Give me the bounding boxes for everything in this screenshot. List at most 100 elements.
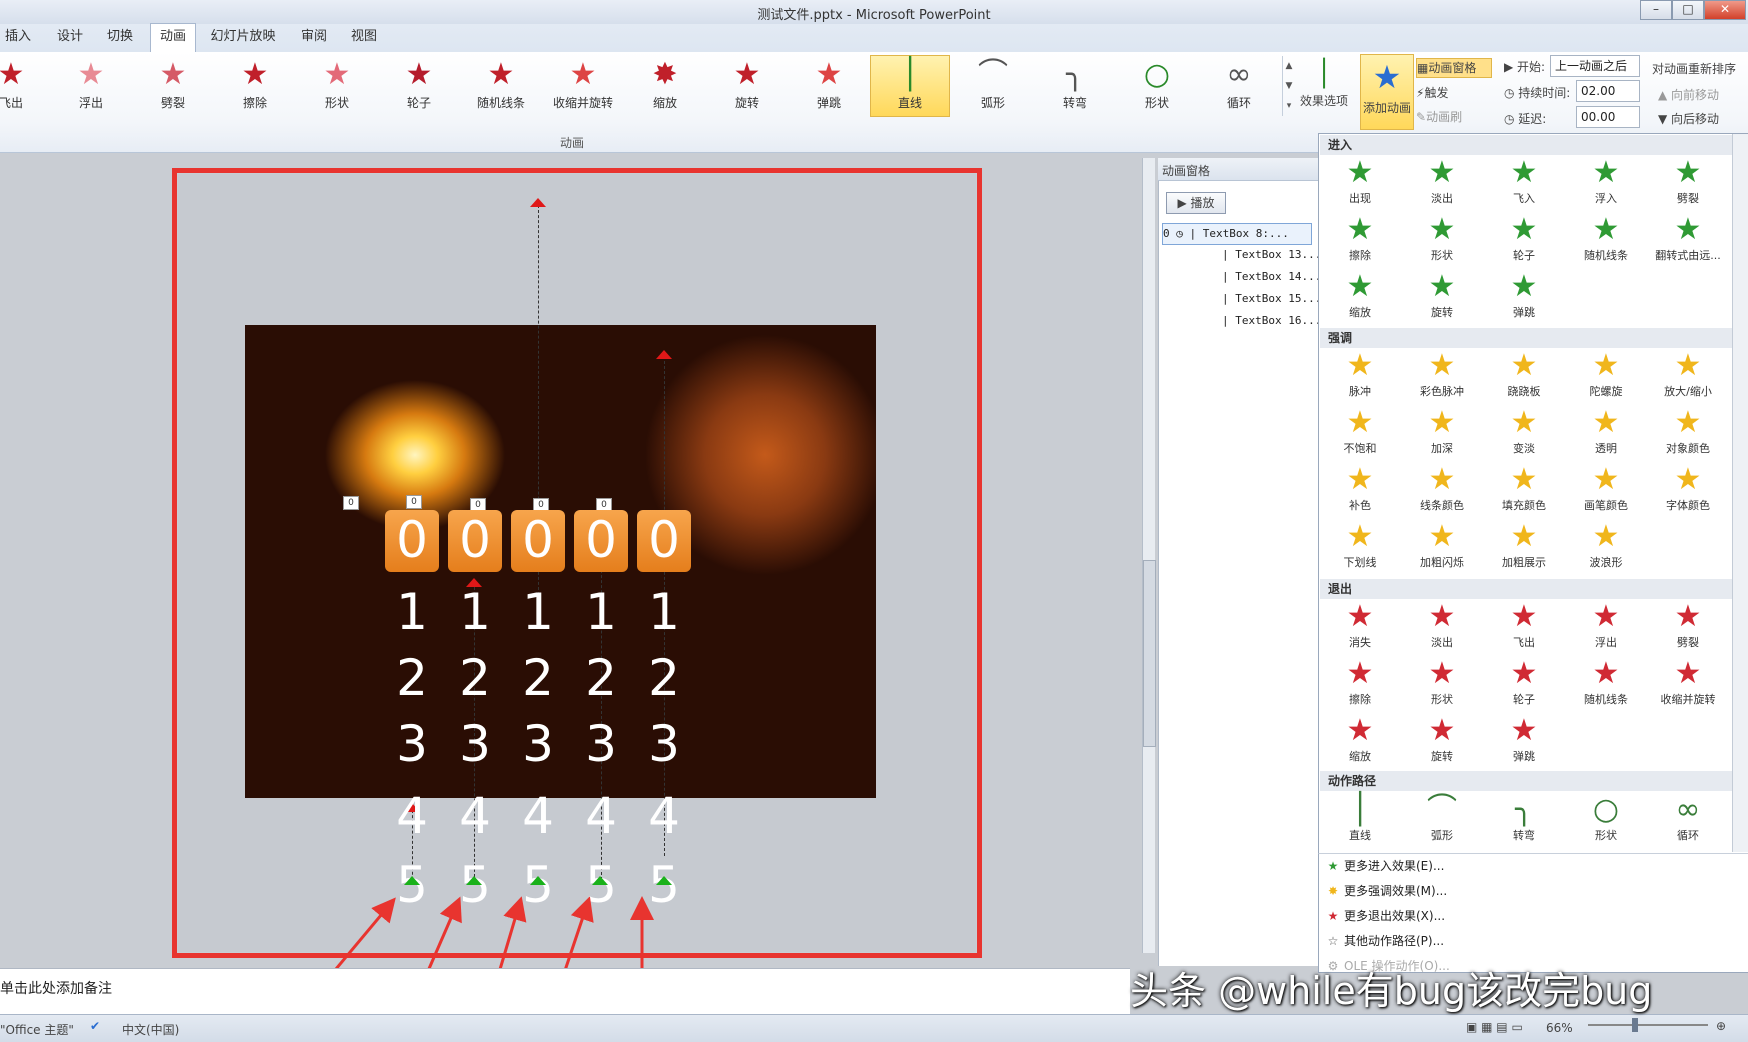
animation-list-item[interactable]: | TextBox 14... xyxy=(1222,267,1321,287)
enter-effect-item[interactable]: ★ 旋转 xyxy=(1402,270,1482,325)
emphasis-effect-item[interactable]: ★ 补色 xyxy=(1320,463,1400,518)
enter-effect-item[interactable]: ★ 缩放 xyxy=(1320,270,1400,325)
animation-list-item[interactable]: | TextBox 15... xyxy=(1222,289,1321,309)
exit-effect-item[interactable]: ★ 淡出 xyxy=(1402,600,1482,655)
theme-name[interactable]: "Office 主题" xyxy=(0,1021,74,1038)
zoom-level[interactable]: 66% xyxy=(1546,1021,1573,1035)
emphasis-effect-item[interactable]: ★ 线条颜色 xyxy=(1402,463,1482,518)
gallery-scrollbar[interactable] xyxy=(1732,134,1748,852)
more-emphasis-effects[interactable]: ✸ 更多强调效果(M)... xyxy=(1322,880,1447,902)
exit-effect-item[interactable]: ★ 形状 xyxy=(1402,657,1482,712)
slide-vertical-scrollbar[interactable] xyxy=(1142,158,1155,953)
enter-effect-item[interactable]: ★ 轮子 xyxy=(1484,213,1564,268)
more-enter-effects[interactable]: ★ 更多进入效果(E)... xyxy=(1322,855,1445,877)
motion-path-item[interactable]: ⌒ 弧形 xyxy=(1402,793,1482,848)
emphasis-effect-item-label: 放大/缩小 xyxy=(1664,385,1712,398)
emphasis-effect-item[interactable]: ★ 波浪形 xyxy=(1566,520,1646,575)
enter-effect-item[interactable]: ★ 形状 xyxy=(1402,213,1482,268)
motion-path-item[interactable]: ∞ 循环 xyxy=(1648,793,1728,848)
emphasis-effect-star-icon: ★ xyxy=(1592,462,1620,497)
motion-path-item[interactable]: ╮ 转弯 xyxy=(1484,793,1564,848)
exit-effect-item-label: 劈裂 xyxy=(1677,636,1699,649)
emphasis-effect-item[interactable]: ★ 跷跷板 xyxy=(1484,349,1564,404)
enter-effect-item[interactable]: ★ 擦除 xyxy=(1320,213,1400,268)
emphasis-effect-item[interactable]: ★ 彩色脉冲 xyxy=(1402,349,1482,404)
exit-effect-item[interactable]: ★ 旋转 xyxy=(1402,714,1482,769)
motion-path-item[interactable]: ○ 形状 xyxy=(1566,793,1646,848)
exit-effect-star-icon: ★ xyxy=(1510,713,1538,748)
emphasis-effect-item-label: 陀螺旋 xyxy=(1589,385,1623,398)
enter-effect-item-label: 淡出 xyxy=(1431,192,1453,205)
emphasis-effect-star-icon: ★ xyxy=(1510,519,1538,554)
enter-effect-item[interactable]: ★ 飞入 xyxy=(1484,156,1564,211)
enter-effect-item[interactable]: ★ 翻转式由远... xyxy=(1648,213,1728,268)
motion-path-icon: ╮ xyxy=(1514,792,1534,827)
motion-path-item[interactable]: │ 直线 xyxy=(1320,793,1400,848)
exit-effect-item[interactable]: ★ 随机线条 xyxy=(1566,657,1646,712)
emphasis-effect-item[interactable]: ★ 填充颜色 xyxy=(1484,463,1564,518)
zoom-slider-thumb[interactable] xyxy=(1632,1018,1638,1032)
enter-effect-item-label: 形状 xyxy=(1431,249,1453,262)
emphasis-effect-item[interactable]: ★ 下划线 xyxy=(1320,520,1400,575)
scrollbar-thumb[interactable] xyxy=(1143,560,1156,747)
emphasis-effect-item[interactable]: ★ 不饱和 xyxy=(1320,406,1400,461)
enter-effect-item[interactable]: ★ 淡出 xyxy=(1402,156,1482,211)
enter-effect-star-icon: ★ xyxy=(1674,212,1702,247)
emphasis-effect-item[interactable]: ★ 脉冲 xyxy=(1320,349,1400,404)
exit-effect-item-label: 淡出 xyxy=(1431,636,1453,649)
enter-effect-star-icon: ★ xyxy=(1592,155,1620,190)
emphasis-effect-star-icon: ★ xyxy=(1510,348,1538,383)
exit-effect-item-label: 轮子 xyxy=(1513,693,1535,706)
emphasis-effect-item[interactable]: ★ 对象颜色 xyxy=(1648,406,1728,461)
emphasis-effect-item[interactable]: ★ 变淡 xyxy=(1484,406,1564,461)
emphasis-effect-star-icon: ★ xyxy=(1428,519,1456,554)
exit-effect-item[interactable]: ★ 收缩并旋转 xyxy=(1648,657,1728,712)
exit-effect-item[interactable]: ★ 擦除 xyxy=(1320,657,1400,712)
animation-list-item[interactable]: 0 ◷ | TextBox 8:... xyxy=(1162,223,1312,245)
exit-effect-item[interactable]: ★ 消失 xyxy=(1320,600,1400,655)
enter-effect-star-icon: ★ xyxy=(1510,155,1538,190)
emphasis-effect-item[interactable]: ★ 放大/缩小 xyxy=(1648,349,1728,404)
emphasis-effect-item-label: 跷跷板 xyxy=(1507,385,1541,398)
emphasis-effect-item[interactable]: ★ 字体颜色 xyxy=(1648,463,1728,518)
watermark: 头条 @while有bug该改完bug xyxy=(1130,969,1653,1013)
enter-effect-item[interactable]: ★ 随机线条 xyxy=(1566,213,1646,268)
emphasis-effect-item[interactable]: ★ 加粗展示 xyxy=(1484,520,1564,575)
emphasis-effect-star-icon: ★ xyxy=(1346,519,1374,554)
exit-effect-item[interactable]: ★ 浮出 xyxy=(1566,600,1646,655)
notes-placeholder[interactable]: 单击此处添加备注 xyxy=(0,978,112,998)
fit-to-window-icon[interactable]: ⊕ xyxy=(1716,1019,1726,1033)
exit-effect-item[interactable]: ★ 劈裂 xyxy=(1648,600,1728,655)
notes-pane[interactable] xyxy=(0,968,1130,1015)
animation-list-item[interactable]: | TextBox 13... xyxy=(1222,245,1321,265)
spellcheck-icon[interactable]: ✔ xyxy=(90,1019,100,1033)
language-indicator[interactable]: 中文(中国) xyxy=(122,1021,179,1038)
exit-effect-item[interactable]: ★ 缩放 xyxy=(1320,714,1400,769)
exit-effect-item[interactable]: ★ 弹跳 xyxy=(1484,714,1564,769)
zoom-slider[interactable] xyxy=(1588,1024,1708,1026)
view-buttons[interactable]: ▣ ▦ ▤ ▭ xyxy=(1466,1020,1523,1034)
emphasis-effect-item[interactable]: ★ 陀螺旋 xyxy=(1566,349,1646,404)
exit-effect-item-label: 消失 xyxy=(1349,636,1371,649)
more-exit-effects[interactable]: ★ 更多退出效果(X)... xyxy=(1322,905,1445,927)
exit-effect-item[interactable]: ★ 轮子 xyxy=(1484,657,1564,712)
emphasis-effect-star-icon: ★ xyxy=(1346,462,1374,497)
emphasis-effect-item-label: 透明 xyxy=(1595,442,1617,455)
enter-effect-item[interactable]: ★ 劈裂 xyxy=(1648,156,1728,211)
emphasis-effect-item-label: 下划线 xyxy=(1343,556,1377,569)
more-motion-paths[interactable]: ☆ 其他动作路径(P)... xyxy=(1322,930,1444,952)
motion-path-label: 弧形 xyxy=(1431,829,1453,842)
emphasis-effect-item[interactable]: ★ 画笔颜色 xyxy=(1566,463,1646,518)
enter-effect-item-label: 翻转式由远... xyxy=(1655,249,1721,262)
exit-effect-star-icon: ★ xyxy=(1510,599,1538,634)
emphasis-effect-item[interactable]: ★ 加粗闪烁 xyxy=(1402,520,1482,575)
animation-list-item[interactable]: | TextBox 16... xyxy=(1222,311,1321,331)
enter-effect-item[interactable]: ★ 浮入 xyxy=(1566,156,1646,211)
enter-effect-item[interactable]: ★ 出现 xyxy=(1320,156,1400,211)
enter-effect-item[interactable]: ★ 弹跳 xyxy=(1484,270,1564,325)
exit-effect-item[interactable]: ★ 飞出 xyxy=(1484,600,1564,655)
emphasis-effect-item[interactable]: ★ 透明 xyxy=(1566,406,1646,461)
emphasis-effect-item[interactable]: ★ 加深 xyxy=(1402,406,1482,461)
exit-effect-item-label: 旋转 xyxy=(1431,750,1453,763)
play-button[interactable]: ▶ 播放 xyxy=(1166,192,1226,214)
